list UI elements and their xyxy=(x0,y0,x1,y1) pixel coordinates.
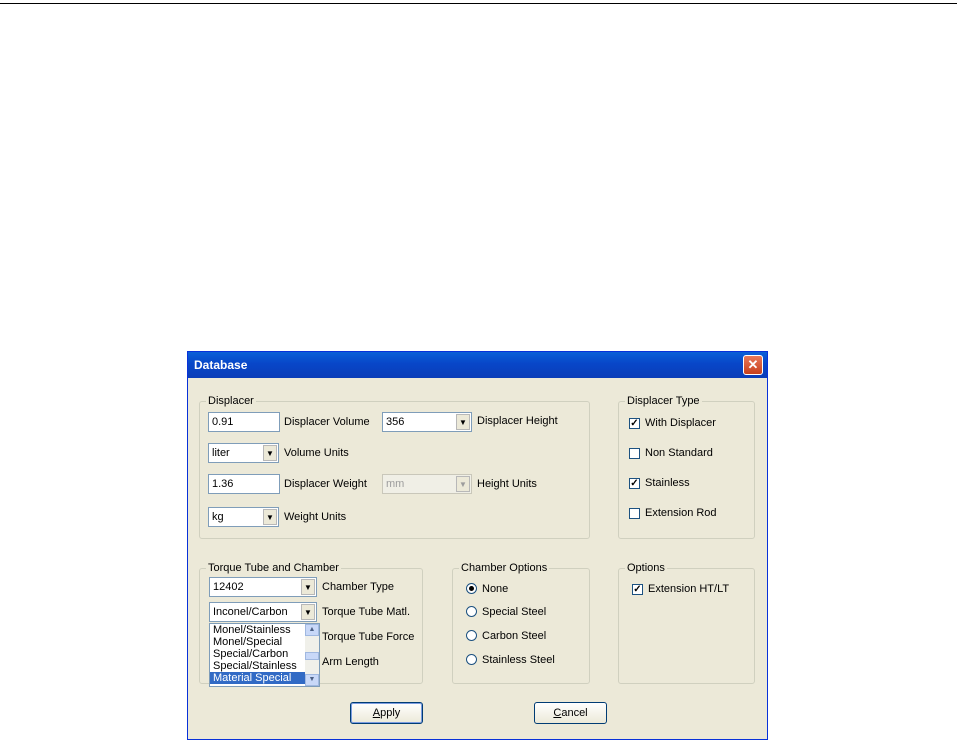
carbon-steel-radio[interactable] xyxy=(466,630,477,641)
arm-length-label: Arm Length xyxy=(322,656,379,668)
dropdown-option[interactable]: Monel/Stainless xyxy=(210,624,319,636)
non-standard-checkbox[interactable] xyxy=(629,448,640,459)
displacer-weight-input[interactable]: 1.36 xyxy=(208,474,280,494)
displacer-height-value: 356 xyxy=(386,416,405,428)
chevron-down-icon[interactable]: ▼ xyxy=(263,509,277,525)
database-dialog: Database ✕ Displacer 0.91 Displacer Volu… xyxy=(187,351,768,740)
chevron-down-icon[interactable]: ▼ xyxy=(301,604,315,620)
torque-tube-matl-select[interactable]: Inconel/Carbon ▼ xyxy=(209,602,317,622)
volume-units-select[interactable]: liter ▼ xyxy=(208,443,279,463)
chevron-down-icon[interactable]: ▼ xyxy=(456,414,470,430)
dropdown-option[interactable]: Special/Carbon xyxy=(210,648,319,660)
with-displacer-checkbox[interactable]: ✓ xyxy=(629,418,640,429)
page-top-rule xyxy=(0,3,957,4)
displacer-volume-input[interactable]: 0.91 xyxy=(208,412,280,432)
chamber-type-select[interactable]: 12402 ▼ xyxy=(209,577,317,597)
cancel-button-label: Cancel xyxy=(553,707,588,719)
chamber-type-value: 12402 xyxy=(213,581,244,593)
chevron-down-icon[interactable]: ▼ xyxy=(263,445,277,461)
stainless-checkbox[interactable]: ✓ xyxy=(629,478,640,489)
apply-button-label: Apply xyxy=(372,707,401,719)
weight-units-label: Weight Units xyxy=(284,511,347,523)
dropdown-scrollbar[interactable]: ▲ ▼ xyxy=(305,624,319,686)
dropdown-option[interactable]: Special/Stainless xyxy=(210,660,319,672)
extension-rod-checkbox[interactable] xyxy=(629,508,640,519)
torque-tube-matl-dropdown-list[interactable]: Monel/Stainless Monel/Special Special/Ca… xyxy=(209,623,320,687)
special-steel-label: Special Steel xyxy=(482,606,547,618)
torque-tube-force-label: Torque Tube Force xyxy=(322,631,415,643)
chevron-down-icon: ▼ xyxy=(456,476,470,492)
extension-htlt-label: Extension HT/LT xyxy=(648,583,730,595)
height-units-label: Height Units xyxy=(477,478,537,490)
apply-button[interactable]: Apply xyxy=(350,702,423,724)
title-bar[interactable]: Database ✕ xyxy=(188,352,767,378)
torque-tube-legend: Torque Tube and Chamber xyxy=(206,562,341,574)
chamber-type-label: Chamber Type xyxy=(322,581,394,593)
scroll-down-icon[interactable]: ▼ xyxy=(305,674,319,686)
options-legend: Options xyxy=(625,562,667,574)
extension-rod-label: Extension Rod xyxy=(645,507,717,519)
carbon-steel-label: Carbon Steel xyxy=(482,630,547,642)
displacer-weight-label: Displacer Weight xyxy=(284,478,367,490)
weight-units-value: kg xyxy=(212,511,224,523)
stainless-steel-label: Stainless Steel xyxy=(482,654,555,666)
extension-htlt-checkbox[interactable]: ✓ xyxy=(632,584,643,595)
torque-tube-matl-value: Inconel/Carbon xyxy=(213,606,288,618)
cancel-button[interactable]: Cancel xyxy=(534,702,607,724)
stainless-label: Stainless xyxy=(645,477,690,489)
volume-units-value: liter xyxy=(212,447,230,459)
height-units-value: mm xyxy=(386,478,405,490)
non-standard-label: Non Standard xyxy=(645,447,713,459)
none-radio[interactable] xyxy=(466,583,477,594)
stainless-steel-radio[interactable] xyxy=(466,654,477,665)
displacer-height-select[interactable]: 356 ▼ xyxy=(382,412,472,432)
dropdown-option[interactable]: Monel/Special xyxy=(210,636,319,648)
volume-units-label: Volume Units xyxy=(284,447,349,459)
height-units-select: mm ▼ xyxy=(382,474,472,494)
dropdown-option-selected[interactable]: Material Special xyxy=(210,672,306,684)
scroll-up-icon[interactable]: ▲ xyxy=(305,624,319,636)
scroll-thumb[interactable] xyxy=(305,652,319,660)
special-steel-radio[interactable] xyxy=(466,606,477,617)
close-icon[interactable]: ✕ xyxy=(743,355,763,375)
displacer-type-legend: Displacer Type xyxy=(625,395,702,407)
weight-units-select[interactable]: kg ▼ xyxy=(208,507,279,527)
with-displacer-label: With Displacer xyxy=(645,417,716,429)
displacer-legend: Displacer xyxy=(206,395,256,407)
chevron-down-icon[interactable]: ▼ xyxy=(301,579,315,595)
window-title: Database xyxy=(194,358,248,372)
torque-tube-matl-label: Torque Tube Matl. xyxy=(322,606,411,618)
displacer-volume-label: Displacer Volume xyxy=(284,416,370,428)
chamber-options-legend: Chamber Options xyxy=(459,562,550,574)
displacer-height-label: Displacer Height xyxy=(477,415,558,427)
none-label: None xyxy=(482,583,509,595)
